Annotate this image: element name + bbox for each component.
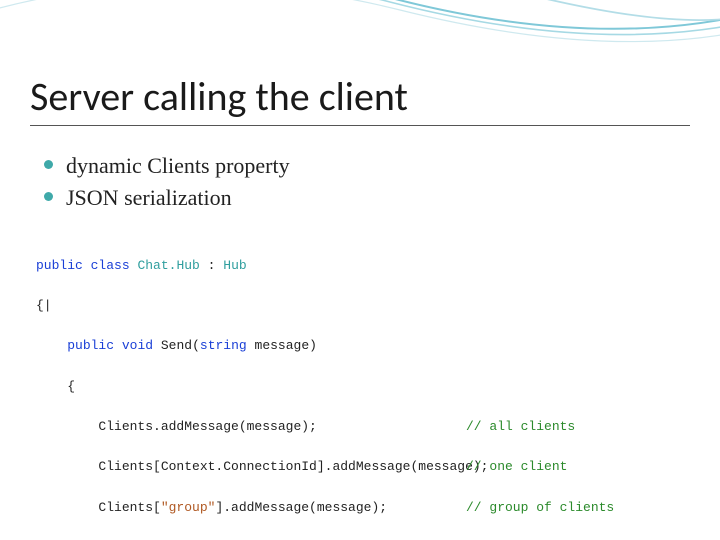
slide-content: Server calling the client dynamic Client… [0, 0, 720, 540]
code-line: Clients.addMessage(message);// all clien… [36, 417, 690, 437]
code-line: public class Chat.Hub : Hub [36, 256, 690, 276]
code-line: Clients[Context.ConnectionId].addMessage… [36, 457, 690, 477]
list-item: dynamic Clients property [44, 150, 690, 182]
code-line: Clients["group"].addMessage(message);// … [36, 498, 690, 518]
bullet-list: dynamic Clients property JSON serializat… [44, 150, 690, 214]
code-line: public void Send(string message) [36, 336, 690, 356]
title-underline [30, 125, 690, 126]
bullet-text: JSON serialization [66, 185, 232, 210]
bullet-text: dynamic Clients property [66, 153, 290, 178]
code-line: {| [36, 296, 690, 316]
code-line: { [36, 377, 690, 397]
code-block: public class Chat.Hub : Hub {| public vo… [36, 236, 690, 540]
slide-title: Server calling the client [30, 72, 690, 121]
list-item: JSON serialization [44, 182, 690, 214]
